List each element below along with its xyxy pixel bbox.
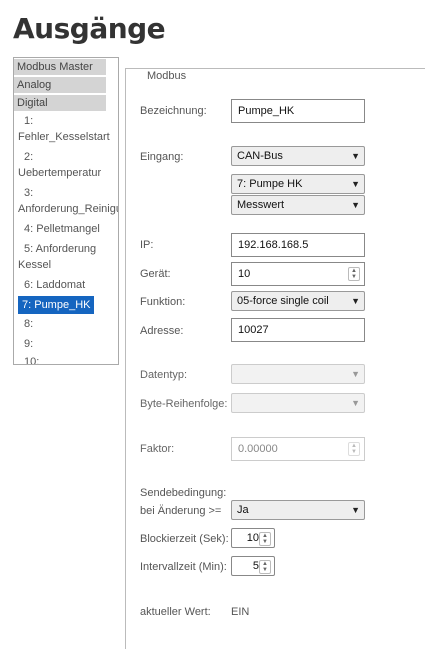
sidebar-item-num: 3: bbox=[24, 187, 34, 199]
sidebar-item-3[interactable]: 3: Anforderung_Reinigung bbox=[14, 185, 118, 217]
sidebar-item-name: Uebertemperatur bbox=[18, 167, 102, 179]
eingang-type-select[interactable]: Messwert ▼ bbox=[231, 195, 365, 215]
sidebar-item-5[interactable]: 5: Anforderung Kessel bbox=[14, 241, 108, 273]
chevron-down-icon: ▼ bbox=[351, 369, 360, 379]
sidebar-item-num: 2: bbox=[24, 151, 34, 163]
faktor-value: 0.00000 bbox=[238, 443, 278, 455]
aktueller-wert-label: aktueller Wert: bbox=[140, 606, 211, 618]
aktueller-wert-value: EIN bbox=[231, 606, 250, 618]
datentyp-label: Datentyp: bbox=[140, 369, 188, 381]
sendebedingung-select[interactable]: Ja ▼ bbox=[231, 500, 365, 520]
sendebedingung-label: Sendebedingung: bbox=[140, 487, 227, 499]
ip-input[interactable]: 192.168.168.5 bbox=[231, 233, 365, 257]
bei-aenderung-label: bei Änderung >= bbox=[140, 505, 222, 517]
sidebar-item-10[interactable]: 10: bbox=[14, 354, 118, 364]
sidebar-group-digital[interactable]: Digital bbox=[14, 95, 106, 111]
chevron-down-icon: ▼ bbox=[351, 505, 360, 515]
bezeichnung-input[interactable]: Pumpe_HK bbox=[231, 99, 365, 123]
intervallzeit-stepper[interactable]: 5 ▲ ▼ bbox=[231, 556, 275, 576]
chevron-down-icon: ▼ bbox=[351, 179, 360, 189]
sidebar-item-2[interactable]: 2: Uebertemperatur bbox=[14, 149, 118, 181]
sidebar-item-6[interactable]: 6: Laddomat bbox=[14, 277, 118, 293]
sidebar-group-analog[interactable]: Analog bbox=[14, 77, 106, 93]
byte-reihenfolge-label: Byte-Reihenfolge: bbox=[140, 398, 228, 410]
intervallzeit-label: Intervallzeit (Min): bbox=[140, 561, 227, 573]
eingang-channel-select[interactable]: 7: Pumpe HK ▼ bbox=[231, 174, 365, 194]
bezeichnung-label: Bezeichnung: bbox=[140, 105, 207, 117]
geraet-input[interactable]: 10 ▲ ▼ bbox=[231, 262, 365, 286]
faktor-label: Faktor: bbox=[140, 443, 175, 455]
eingang-channel-value: 7: Pumpe HK bbox=[237, 178, 303, 190]
faktor-input[interactable]: 0.00000 ▲ ▼ bbox=[231, 437, 365, 461]
funktion-select-value: 05-force single coil bbox=[237, 295, 329, 307]
blockierzeit-label: Blockierzeit (Sek): bbox=[140, 533, 229, 545]
datentyp-select[interactable]: ▼ bbox=[231, 364, 365, 384]
sidebar-group-modbus-master[interactable]: Modbus Master bbox=[14, 59, 106, 75]
sidebar-item-1[interactable]: 1: Fehler_Kesselstart bbox=[14, 113, 118, 145]
sidebar-item-8[interactable]: 8: bbox=[14, 316, 118, 332]
spinner-arrows-icon[interactable]: ▲ ▼ bbox=[348, 267, 360, 281]
funktion-select[interactable]: 05-force single coil ▼ bbox=[231, 291, 365, 311]
ip-label: IP: bbox=[140, 239, 154, 251]
adresse-label: Adresse: bbox=[140, 325, 184, 337]
chevron-down-icon: ▼ bbox=[351, 296, 360, 306]
sidebar-list[interactable]: Modbus Master Analog Digital 1: Fehler_K… bbox=[13, 57, 119, 365]
spinner-arrows-icon[interactable]: ▲ ▼ bbox=[259, 532, 271, 546]
sidebar-item-name: Fehler_Kesselstart bbox=[18, 131, 110, 143]
spinner-arrows-icon[interactable]: ▲ ▼ bbox=[348, 442, 360, 456]
funktion-label: Funktion: bbox=[140, 296, 186, 308]
sendebedingung-select-value: Ja bbox=[237, 504, 249, 516]
sidebar-item-name: Anforderung_Reinigung bbox=[18, 203, 118, 215]
chevron-down-icon: ▼ bbox=[351, 398, 360, 408]
sidebar-item-7-selected[interactable]: 7: Pumpe_HK bbox=[18, 296, 95, 314]
sidebar-item-9[interactable]: 9: bbox=[14, 336, 118, 352]
geraet-label: Gerät: bbox=[140, 268, 171, 280]
eingang-label: Eingang: bbox=[140, 151, 184, 163]
adresse-input[interactable]: 10027 bbox=[231, 318, 365, 342]
byte-reihenfolge-select[interactable]: ▼ bbox=[231, 393, 365, 413]
eingang-type-value: Messwert bbox=[237, 199, 285, 211]
geraet-value: 10 bbox=[238, 268, 251, 280]
sidebar-item-num: 1: bbox=[24, 115, 34, 127]
sidebar-item-4[interactable]: 4: Pelletmangel bbox=[14, 221, 118, 237]
eingang-select-value: CAN-Bus bbox=[237, 150, 283, 162]
spinner-arrows-icon[interactable]: ▲ ▼ bbox=[259, 560, 271, 574]
eingang-select[interactable]: CAN-Bus ▼ bbox=[231, 146, 365, 166]
blockierzeit-value: 10 bbox=[246, 532, 259, 544]
chevron-down-icon: ▼ bbox=[351, 151, 360, 161]
chevron-down-icon: ▼ bbox=[351, 200, 360, 210]
page-title: Ausgänge bbox=[13, 12, 166, 45]
blockierzeit-stepper[interactable]: 10 ▲ ▼ bbox=[231, 528, 275, 548]
fieldset-legend: Modbus bbox=[143, 70, 191, 82]
